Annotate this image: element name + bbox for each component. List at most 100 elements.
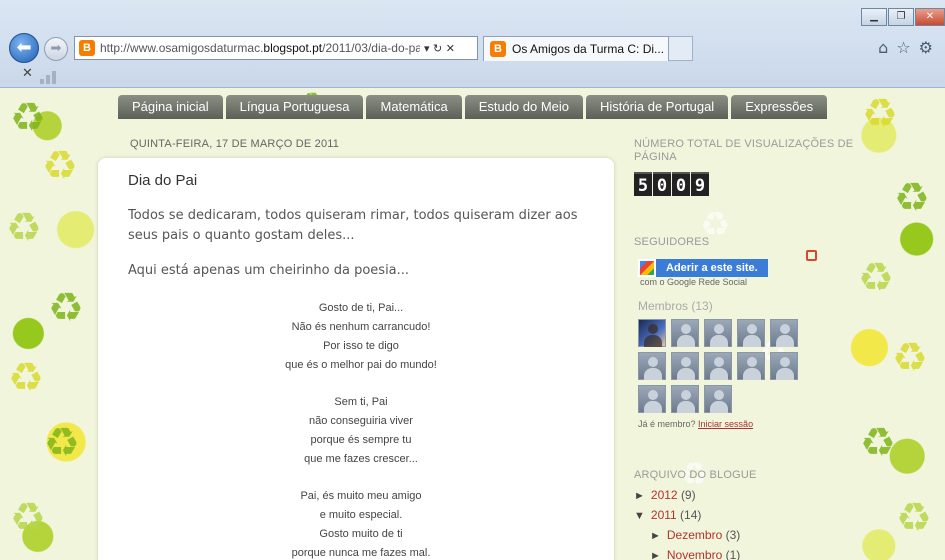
- member-question: Já é membro? Iniciar sessão: [638, 419, 854, 429]
- blogger-icon: B: [79, 40, 95, 56]
- window-controls: ▁ ❐ ✕: [860, 8, 945, 26]
- poem-stanza: Pai, és muito meu amigo e muito especial…: [98, 487, 624, 560]
- archive-link[interactable]: Novembro: [667, 548, 722, 560]
- poem-stanza: Sem ti, Pai não conseguiria viver porque…: [98, 393, 624, 469]
- archive-year-2012[interactable]: ► 2012 (9): [634, 488, 854, 502]
- archive-link[interactable]: Dezembro: [667, 528, 722, 542]
- poem-line: Gosto de ti, Pai...: [318, 302, 404, 314]
- archive-count: (9): [680, 488, 696, 502]
- post-intro: Todos se dedicaram, todos quiseram rimar…: [128, 208, 578, 243]
- counter-digit: 0: [672, 172, 690, 196]
- expand-arrow-icon[interactable]: ►: [634, 490, 645, 502]
- recycle-icon: ♻: [48, 285, 84, 331]
- member-question-text: Já é membro?: [638, 419, 696, 429]
- tab-lingua-portuguesa[interactable]: Língua Portuguesa: [225, 95, 364, 119]
- collapse-arrow-icon[interactable]: ▼: [634, 510, 645, 522]
- close-window-button[interactable]: ✕: [915, 8, 945, 26]
- browser-tab-active[interactable]: B Os Amigos da Turma C: Di... ×: [483, 36, 684, 61]
- archive-link[interactable]: 2011: [651, 508, 677, 522]
- tab-pagina-inicial[interactable]: Página inicial: [118, 95, 223, 119]
- poem-line: porque nunca me fazes mal.: [291, 547, 431, 559]
- minimize-button[interactable]: ▁: [861, 8, 887, 26]
- counter-digit: 9: [691, 172, 709, 196]
- recycle-icon: ♻: [8, 355, 44, 401]
- member-avatar[interactable]: [671, 352, 699, 380]
- archive-link[interactable]: 2012: [651, 488, 678, 502]
- recycle-icon: ♻: [860, 420, 896, 466]
- post-card: Dia do Pai Todos se dedicaram, todos qui…: [98, 158, 614, 560]
- new-tab-button[interactable]: [669, 36, 693, 61]
- poem-line: Gosto muito de ti: [319, 528, 403, 540]
- back-arrow-icon[interactable]: ⬅: [9, 33, 39, 63]
- join-note: com o Google Rede Social: [640, 277, 748, 287]
- counter-digit: 5: [634, 172, 652, 196]
- archive-count: (14): [680, 508, 702, 522]
- browser-chrome: ▁ ❐ ✕ ⬅ ➡ B http://www.osamigosdaturmac.…: [0, 0, 945, 88]
- poem-line: e muito especial.: [319, 509, 403, 521]
- archive-count: (1): [725, 548, 741, 560]
- poem: Gosto de ti, Pai... Não és nenhum carran…: [98, 299, 624, 560]
- recycle-icon: ♻: [44, 420, 80, 466]
- blog-navigation: Página inicial Língua Portuguesa Matemát…: [118, 95, 830, 119]
- archive-year-2011[interactable]: ▼ 2011 (14): [634, 508, 854, 522]
- member-avatar[interactable]: [704, 385, 732, 413]
- member-avatar[interactable]: [638, 319, 666, 347]
- counter-digit: 0: [653, 172, 671, 196]
- tab-matematica[interactable]: Matemática: [366, 95, 462, 119]
- poem-line: Não és nenhum carrancudo!: [291, 321, 431, 333]
- join-label: Aderir a este site.: [656, 259, 768, 277]
- recycle-icon: ♻: [862, 91, 898, 137]
- recycle-icon: ♻: [10, 95, 46, 141]
- archive-month-novembro[interactable]: ► Novembro (1): [650, 548, 854, 560]
- member-avatar[interactable]: [638, 385, 666, 413]
- recycle-icon: ♻: [892, 335, 928, 381]
- tab-historia-de-portugal[interactable]: História de Portugal: [586, 95, 729, 119]
- member-avatar[interactable]: [737, 319, 765, 347]
- member-avatar[interactable]: [671, 319, 699, 347]
- tab-estudo-do-meio[interactable]: Estudo do Meio: [464, 95, 584, 119]
- member-avatar[interactable]: [770, 352, 798, 380]
- address-controls[interactable]: ▾ ↻ ✕: [424, 42, 455, 55]
- poem-line: Sem ti, Pai: [334, 396, 388, 408]
- google-friend-connect-icon: [638, 259, 656, 277]
- member-avatar[interactable]: [770, 319, 798, 347]
- archive-count: (3): [725, 528, 741, 542]
- join-site-button[interactable]: Aderir a este site.: [638, 259, 854, 277]
- poem-line: Por isso te digo: [323, 340, 399, 352]
- poem-line: Pai, és muito meu amigo: [300, 490, 422, 502]
- poem-stanza: Gosto de ti, Pai... Não és nenhum carran…: [98, 299, 624, 375]
- followers-title: SEGUIDORES: [634, 236, 710, 248]
- views-title: NÚMERO TOTAL DE VISUALIZAÇÕES DE PÁGINA: [634, 138, 854, 163]
- expand-arrow-icon[interactable]: ►: [650, 550, 661, 560]
- views-counter: 5 0 0 9: [634, 172, 854, 196]
- recycle-icon: ♻: [858, 255, 894, 301]
- google-plus-icon[interactable]: [806, 250, 817, 261]
- archive-title: ARQUIVO DO BLOGUE: [634, 469, 757, 481]
- blogger-icon: B: [490, 41, 506, 57]
- expand-arrow-icon[interactable]: ►: [650, 530, 661, 542]
- tab-expressoes[interactable]: Expressões: [731, 95, 828, 119]
- archive-month-dezembro[interactable]: ► Dezembro (3): [650, 528, 854, 542]
- post-date: QUINTA-FEIRA, 17 DE MARÇO DE 2011: [130, 138, 340, 150]
- member-avatar[interactable]: [704, 352, 732, 380]
- stop-icon[interactable]: ✕: [22, 66, 33, 81]
- post-title[interactable]: Dia do Pai: [128, 172, 197, 189]
- tab-title: Os Amigos da Turma C: Di...: [512, 42, 665, 56]
- member-avatar[interactable]: [638, 352, 666, 380]
- address-bar[interactable]: B http://www.osamigosdaturmac.blogspot.p…: [74, 36, 478, 60]
- members-title: Membros (13): [638, 299, 713, 313]
- recycle-icon: ♻: [894, 175, 930, 221]
- member-avatar[interactable]: [737, 352, 765, 380]
- recycle-icon: ♻: [42, 143, 78, 189]
- poem-line: que me fazes crescer...: [304, 453, 418, 465]
- forward-arrow-icon[interactable]: ➡: [44, 37, 68, 61]
- signin-link[interactable]: Iniciar sessão: [698, 419, 753, 429]
- member-avatar[interactable]: [704, 319, 732, 347]
- toolbar-icons[interactable]: ⌂☆⚙: [878, 38, 941, 57]
- member-avatar[interactable]: [671, 385, 699, 413]
- signal-icon: [40, 70, 62, 84]
- poem-line: que és o melhor pai do mundo!: [285, 359, 437, 371]
- url-text: http://www.osamigosdaturmac.blogspot.pt/…: [100, 41, 420, 55]
- maximize-button[interactable]: ❐: [888, 8, 914, 26]
- members-grid: [638, 319, 854, 413]
